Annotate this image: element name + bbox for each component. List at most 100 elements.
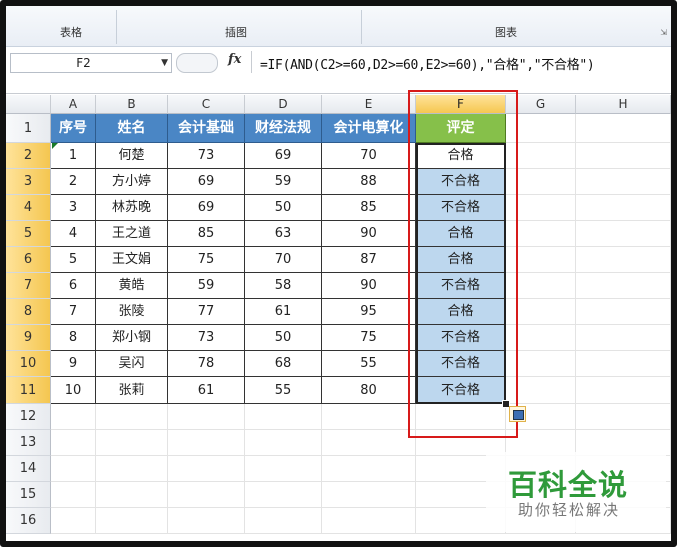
- empty-cell[interactable]: [245, 404, 322, 430]
- empty-cell[interactable]: [506, 221, 576, 247]
- table-header-cell[interactable]: 会计电算化: [322, 114, 416, 143]
- empty-cell[interactable]: [168, 482, 245, 508]
- result-cell[interactable]: 不合格: [416, 325, 506, 351]
- ribbon-group-illustrations[interactable]: 插图: [211, 24, 261, 40]
- table-cell[interactable]: 59: [168, 273, 245, 299]
- table-header-cell[interactable]: 评定: [416, 114, 506, 143]
- table-cell[interactable]: 5: [51, 247, 96, 273]
- column-header-c[interactable]: C: [168, 95, 245, 114]
- table-cell[interactable]: 75: [322, 325, 416, 351]
- formula-bar-resize-handle[interactable]: [176, 53, 218, 73]
- name-box[interactable]: F2 ▼: [10, 53, 172, 73]
- table-cell[interactable]: 85: [168, 221, 245, 247]
- empty-cell[interactable]: [506, 143, 576, 169]
- result-cell[interactable]: 不合格: [416, 351, 506, 377]
- empty-cell[interactable]: [168, 456, 245, 482]
- row-header-10[interactable]: 10: [6, 351, 51, 377]
- empty-cell[interactable]: [576, 221, 671, 247]
- column-header-a[interactable]: A: [51, 95, 96, 114]
- table-cell[interactable]: 林苏晚: [96, 195, 168, 221]
- row-header-15[interactable]: 15: [6, 482, 51, 508]
- result-cell[interactable]: 不合格: [416, 195, 506, 221]
- row-header-5[interactable]: 5: [6, 221, 51, 247]
- row-header-1[interactable]: 1: [6, 114, 51, 143]
- empty-cell[interactable]: [322, 482, 416, 508]
- table-cell[interactable]: 69: [245, 143, 322, 169]
- table-cell[interactable]: 69: [168, 169, 245, 195]
- table-cell[interactable]: 2: [51, 169, 96, 195]
- table-cell[interactable]: 77: [168, 299, 245, 325]
- row-header-8[interactable]: 8: [6, 299, 51, 325]
- table-cell[interactable]: 85: [322, 195, 416, 221]
- table-cell[interactable]: 黄皓: [96, 273, 168, 299]
- empty-cell[interactable]: [96, 456, 168, 482]
- empty-cell[interactable]: [576, 404, 671, 430]
- row-header-13[interactable]: 13: [6, 430, 51, 456]
- empty-cell[interactable]: [96, 430, 168, 456]
- table-cell[interactable]: 61: [168, 377, 245, 404]
- empty-cell[interactable]: [168, 430, 245, 456]
- table-cell[interactable]: 50: [245, 195, 322, 221]
- table-cell[interactable]: 7: [51, 299, 96, 325]
- empty-cell[interactable]: [576, 273, 671, 299]
- formula-input[interactable]: =IF(AND(C2>=60,D2>=60,E2>=60),"合格","不合格"…: [260, 54, 595, 73]
- row-header-12[interactable]: 12: [6, 404, 51, 430]
- empty-cell[interactable]: [322, 508, 416, 534]
- table-cell[interactable]: 59: [245, 169, 322, 195]
- empty-cell[interactable]: [506, 377, 576, 404]
- empty-cell[interactable]: [245, 508, 322, 534]
- ribbon-group-charts[interactable]: 图表: [481, 24, 531, 40]
- empty-cell[interactable]: [51, 404, 96, 430]
- row-header-16[interactable]: 16: [6, 508, 51, 534]
- table-header-cell[interactable]: 财经法规: [245, 114, 322, 143]
- table-cell[interactable]: 3: [51, 195, 96, 221]
- table-cell[interactable]: 70: [245, 247, 322, 273]
- table-cell[interactable]: 6: [51, 273, 96, 299]
- table-cell[interactable]: 张莉: [96, 377, 168, 404]
- table-header-cell[interactable]: 序号: [51, 114, 96, 143]
- result-cell[interactable]: 合格: [416, 221, 506, 247]
- row-header-4[interactable]: 4: [6, 195, 51, 221]
- empty-cell[interactable]: [506, 195, 576, 221]
- dropdown-arrow-icon[interactable]: ▼: [161, 54, 168, 72]
- table-cell[interactable]: 55: [245, 377, 322, 404]
- empty-cell[interactable]: [576, 299, 671, 325]
- column-header-f[interactable]: F: [416, 95, 506, 114]
- table-cell[interactable]: 10: [51, 377, 96, 404]
- table-cell[interactable]: 王之道: [96, 221, 168, 247]
- table-cell[interactable]: 75: [168, 247, 245, 273]
- result-cell[interactable]: 不合格: [416, 273, 506, 299]
- autofill-options-icon[interactable]: [509, 406, 526, 422]
- empty-cell[interactable]: [51, 482, 96, 508]
- column-header-e[interactable]: E: [322, 95, 416, 114]
- table-cell[interactable]: 70: [322, 143, 416, 169]
- empty-cell[interactable]: [576, 377, 671, 404]
- table-cell[interactable]: 张陵: [96, 299, 168, 325]
- result-cell[interactable]: 合格: [416, 143, 506, 169]
- empty-cell[interactable]: [245, 482, 322, 508]
- empty-cell[interactable]: [506, 247, 576, 273]
- table-cell[interactable]: 87: [322, 247, 416, 273]
- empty-cell[interactable]: [506, 273, 576, 299]
- empty-cell[interactable]: [576, 143, 671, 169]
- empty-cell[interactable]: [576, 325, 671, 351]
- row-header-7[interactable]: 7: [6, 273, 51, 299]
- empty-cell[interactable]: [51, 508, 96, 534]
- empty-cell[interactable]: [322, 404, 416, 430]
- empty-cell[interactable]: [576, 351, 671, 377]
- dialog-launcher-icon[interactable]: ⇲: [660, 28, 667, 37]
- empty-cell[interactable]: [322, 456, 416, 482]
- empty-cell[interactable]: [506, 325, 576, 351]
- table-cell[interactable]: 方小婷: [96, 169, 168, 195]
- empty-cell[interactable]: [51, 456, 96, 482]
- result-cell[interactable]: 合格: [416, 299, 506, 325]
- table-cell[interactable]: 9: [51, 351, 96, 377]
- row-header-3[interactable]: 3: [6, 169, 51, 195]
- table-cell[interactable]: 68: [245, 351, 322, 377]
- empty-cell[interactable]: [576, 169, 671, 195]
- empty-cell[interactable]: [416, 404, 506, 430]
- table-cell[interactable]: 郑小钢: [96, 325, 168, 351]
- result-cell[interactable]: 不合格: [416, 377, 506, 404]
- select-all-corner[interactable]: [6, 95, 51, 114]
- table-cell[interactable]: 88: [322, 169, 416, 195]
